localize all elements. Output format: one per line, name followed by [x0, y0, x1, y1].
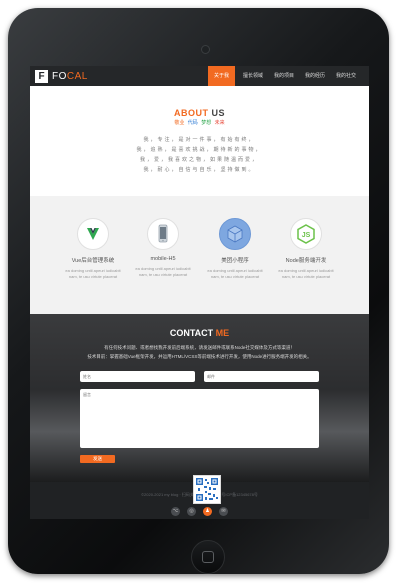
- about-title-b: US: [211, 108, 226, 118]
- contact-section: CONTACT ME 有任何技术问题、或者想找我开发前后端系统，请发送邮件或联系…: [30, 314, 369, 482]
- name-input[interactable]: [80, 371, 195, 382]
- email-input[interactable]: [204, 371, 319, 382]
- about-section: ABOUT US 敬业 代码 梦想 未来 我，专注，是对一件事，有始有终， 我，…: [30, 86, 369, 196]
- service-desc: ea doming until apeuri iudicabit nam, te…: [135, 266, 191, 277]
- svg-text:JS: JS: [302, 232, 311, 239]
- about-title: ABOUT US: [30, 108, 369, 118]
- logo-prefix: FO: [52, 70, 67, 82]
- service-card-miniprogram[interactable]: 美团小程序 ea doming until apeuri iudicabit n…: [205, 218, 265, 280]
- nav-item-about[interactable]: 关于我: [208, 66, 236, 86]
- nav-item-projects[interactable]: 我的项目: [268, 66, 300, 86]
- contact-title-b: ME: [215, 328, 230, 338]
- about-line-2: 我，追熟，是喜欢挑战，期待新的事物，: [136, 147, 263, 153]
- weibo-icon[interactable]: ◎: [187, 507, 196, 516]
- home-button[interactable]: [191, 540, 225, 574]
- service-title: Node服务端开发: [285, 258, 327, 264]
- service-desc: ea doming until apeuri iudicabit nam, te…: [278, 268, 334, 279]
- nav-item-experience[interactable]: 我的经历: [299, 66, 331, 86]
- tag-4: 未来: [214, 120, 225, 126]
- logo[interactable]: F FO CAL: [35, 69, 88, 83]
- website-screen: F FO CAL 关于我 擅长领域 我的项目 我的经历 我的社交 ABOUT US…: [30, 66, 369, 519]
- service-title: Vue后台管理系统: [71, 258, 115, 264]
- contact-title: CONTACT ME: [30, 328, 369, 338]
- contact-text-1: 有任何技术问题、或者想找我开发前后端系统，请发送邮件或联系Node社交媒体及方式…: [104, 345, 295, 350]
- tag-2: 代码: [187, 120, 198, 126]
- send-button[interactable]: 发送: [80, 455, 115, 463]
- tag-1: 敬业: [174, 120, 185, 126]
- mini-program-cube-icon: [219, 218, 251, 250]
- contact-title-a: CONTACT: [169, 328, 214, 338]
- mobile-phone-icon: [147, 218, 179, 250]
- services-section: Vue后台管理系统 ea doming until apeuri iudicab…: [30, 196, 369, 314]
- service-card-node[interactable]: JS Node服务端开发 ea doming until apeuri iudi…: [276, 218, 336, 280]
- service-desc: ea doming until apeuri iudicabit nam, te…: [207, 268, 263, 279]
- service-desc: ea doming until apeuri iudicabit nam, te…: [65, 268, 121, 279]
- message-textarea[interactable]: [80, 389, 319, 448]
- about-line-4: 我，耐心，自信与自乐，坚持做到。: [143, 167, 256, 173]
- camera-icon: [201, 45, 210, 54]
- about-line-1: 我，专注，是对一件事，有始有终，: [143, 137, 256, 143]
- nav-item-skills[interactable]: 擅长领域: [237, 66, 269, 86]
- contact-text-2: 技术目前：掌握基础Vue框架开发，并运用HTML/VCSS等前端技术进行开发，使…: [87, 354, 312, 359]
- about-title-a: ABOUT: [173, 108, 209, 118]
- logo-suffix: CAL: [66, 70, 88, 82]
- github-icon[interactable]: ⌥: [171, 507, 180, 516]
- vue-admin-icon: [77, 218, 109, 250]
- nav-item-social[interactable]: 我的社交: [330, 66, 362, 86]
- top-navbar: F FO CAL 关于我 擅长领域 我的项目 我的经历 我的社交: [30, 66, 369, 86]
- about-line-3: 我，爱，我喜欢之物，如果随温而爱，: [139, 157, 259, 163]
- service-title: mobile-H5: [150, 256, 176, 262]
- service-card-vue[interactable]: Vue后台管理系统 ea doming until apeuri iudicab…: [63, 218, 123, 280]
- service-title: 美团小程序: [221, 258, 249, 264]
- qq-icon[interactable]: ♟: [203, 507, 212, 516]
- about-tags: 敬业 代码 梦想 未来: [30, 119, 369, 126]
- nodejs-icon: JS: [290, 218, 322, 250]
- qr-code-image: [193, 475, 221, 504]
- wechat-icon[interactable]: ✉: [219, 507, 228, 516]
- logo-box: F: [35, 69, 48, 83]
- service-card-mobile[interactable]: mobile-H5 ea doming until apeuri iudicab…: [133, 218, 193, 278]
- tag-3: 梦想: [201, 120, 212, 126]
